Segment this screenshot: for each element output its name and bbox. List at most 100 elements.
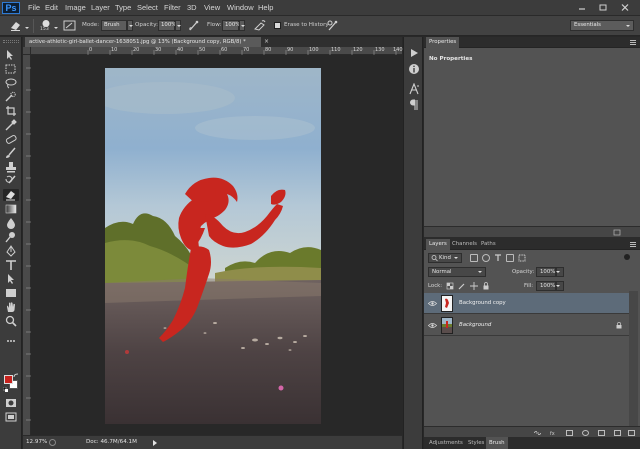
layers-menu-icon[interactable] (630, 242, 636, 247)
type-tool-icon[interactable] (3, 259, 19, 271)
clone-stamp-tool-icon[interactable] (3, 161, 19, 173)
tab-brush[interactable]: Brush (486, 437, 508, 449)
hand-tool-icon[interactable] (3, 301, 19, 313)
add-mask-icon[interactable] (566, 430, 573, 436)
opacity-input[interactable]: 100% (158, 20, 176, 31)
pressure-opacity-icon[interactable] (187, 19, 200, 32)
adjustment-layer-icon[interactable] (582, 430, 589, 436)
foreground-color-swatch[interactable] (4, 375, 13, 384)
path-selection-tool-icon[interactable] (3, 273, 19, 285)
new-layer-icon[interactable] (614, 430, 621, 436)
mode-select[interactable]: Brush (101, 20, 127, 31)
quick-mask-icon[interactable] (3, 397, 19, 409)
menu-layer[interactable]: Layer (91, 3, 110, 12)
eraser-icon[interactable] (9, 19, 22, 32)
restore-icon[interactable] (598, 3, 608, 12)
character-panel-icon[interactable] (408, 82, 420, 95)
crop-tool-icon[interactable] (3, 105, 19, 117)
status-icon[interactable] (49, 439, 56, 446)
dodge-tool-icon[interactable] (3, 231, 19, 243)
brush-tool-icon[interactable] (3, 147, 19, 159)
history-brush-tool-icon[interactable] (3, 175, 19, 187)
tab-paths[interactable]: Paths (478, 239, 499, 250)
layers-scrollbar[interactable] (629, 291, 638, 428)
filter-type-icon[interactable] (494, 254, 502, 262)
tool-preset-dropdown-icon[interactable] (24, 23, 29, 29)
vertical-ruler[interactable] (23, 55, 31, 435)
pen-tool-icon[interactable] (3, 245, 19, 257)
layer-name[interactable]: Background copy (459, 300, 506, 306)
paragraph-panel-icon[interactable] (408, 99, 420, 111)
menu-filter[interactable]: Filter (164, 3, 181, 12)
menu-edit[interactable]: Edit (45, 3, 58, 12)
filter-adjustment-icon[interactable] (482, 254, 490, 262)
brush-dropdown-icon[interactable] (53, 23, 58, 29)
link-layers-icon[interactable] (534, 430, 541, 436)
menu-window[interactable]: Window (227, 3, 254, 12)
fill-dropdown-icon[interactable] (556, 281, 564, 291)
lock-image-pixels-icon[interactable] (458, 282, 466, 290)
delete-layer-icon[interactable] (628, 430, 635, 436)
menu-image[interactable]: Image (65, 3, 86, 12)
canvas-area[interactable] (31, 55, 402, 435)
horizontal-ruler[interactable]: 0 10 20 30 40 50 60 70 80 90 100 110 120… (31, 47, 403, 55)
document-close-icon[interactable]: × (264, 38, 269, 45)
swap-colors-icon[interactable] (13, 373, 19, 378)
pressure-size-icon[interactable] (326, 19, 339, 32)
mode-dropdown-icon[interactable] (127, 20, 133, 31)
layer-name[interactable]: Background (459, 322, 491, 328)
erase-to-history-checkbox[interactable] (274, 22, 281, 29)
blend-mode-select[interactable]: Normal (428, 267, 486, 277)
toolbox-grip[interactable] (3, 40, 19, 43)
screen-mode-icon[interactable] (3, 411, 19, 423)
layer-row-background-copy[interactable]: Background copy (424, 293, 629, 314)
ruler-corner[interactable] (23, 47, 31, 55)
tab-channels[interactable]: Channels (449, 239, 480, 250)
layer-row-background[interactable]: Background (424, 315, 629, 336)
rectangle-tool-icon[interactable] (3, 287, 19, 299)
filter-pixel-icon[interactable] (470, 254, 478, 262)
menu-view[interactable]: View (204, 3, 220, 12)
opacity-dropdown-icon[interactable] (175, 20, 181, 31)
menu-3d[interactable]: 3D (187, 3, 197, 12)
tab-properties[interactable]: Properties (426, 37, 460, 48)
move-tool-icon[interactable] (3, 49, 19, 61)
eye-icon[interactable] (427, 322, 438, 329)
layer-style-icon[interactable]: fx (550, 430, 557, 437)
flow-input[interactable]: 100% (222, 20, 240, 31)
filter-smart-object-icon[interactable] (518, 254, 526, 262)
lock-position-icon[interactable] (470, 282, 478, 290)
new-group-icon[interactable] (598, 430, 605, 436)
document-photo[interactable] (105, 68, 321, 424)
flow-dropdown-icon[interactable] (239, 20, 245, 31)
minimize-icon[interactable] (577, 3, 587, 12)
default-colors-icon[interactable] (2, 386, 8, 392)
close-icon[interactable] (620, 3, 630, 12)
lasso-tool-icon[interactable] (3, 77, 19, 89)
layer-opacity-dropdown-icon[interactable] (556, 267, 564, 277)
document-tab[interactable]: active-athletic-girl-ballet-dancer-16380… (25, 37, 261, 47)
blur-tool-icon[interactable] (3, 217, 19, 229)
filter-toggle-icon[interactable] (624, 254, 630, 260)
fill-input[interactable]: 100% (536, 281, 556, 291)
status-menu-arrow-icon[interactable] (153, 440, 157, 446)
spot-healing-tool-icon[interactable] (3, 133, 19, 145)
menu-help[interactable]: Help (258, 3, 273, 12)
menu-select[interactable]: Select (137, 3, 158, 12)
tab-layers[interactable]: Layers (426, 239, 450, 250)
filter-shape-icon[interactable] (506, 254, 514, 262)
menu-type[interactable]: Type (115, 3, 131, 12)
properties-menu-icon[interactable] (630, 40, 636, 45)
menu-file[interactable]: File (28, 3, 40, 12)
tab-styles[interactable]: Styles (465, 437, 487, 449)
eraser-tool-icon[interactable] (3, 189, 19, 201)
lock-transparent-pixels-icon[interactable] (446, 282, 454, 290)
layer-filter-kind-select[interactable]: Kind (428, 253, 462, 263)
eye-icon[interactable] (427, 300, 438, 307)
gradient-tool-icon[interactable] (3, 203, 19, 215)
workspace-select[interactable]: Essentials (570, 20, 634, 31)
brush-panel-toggle-icon[interactable] (63, 19, 76, 32)
zoom-tool-icon[interactable] (3, 315, 19, 327)
airbrush-icon[interactable] (253, 19, 266, 32)
lock-all-icon[interactable] (482, 282, 490, 290)
